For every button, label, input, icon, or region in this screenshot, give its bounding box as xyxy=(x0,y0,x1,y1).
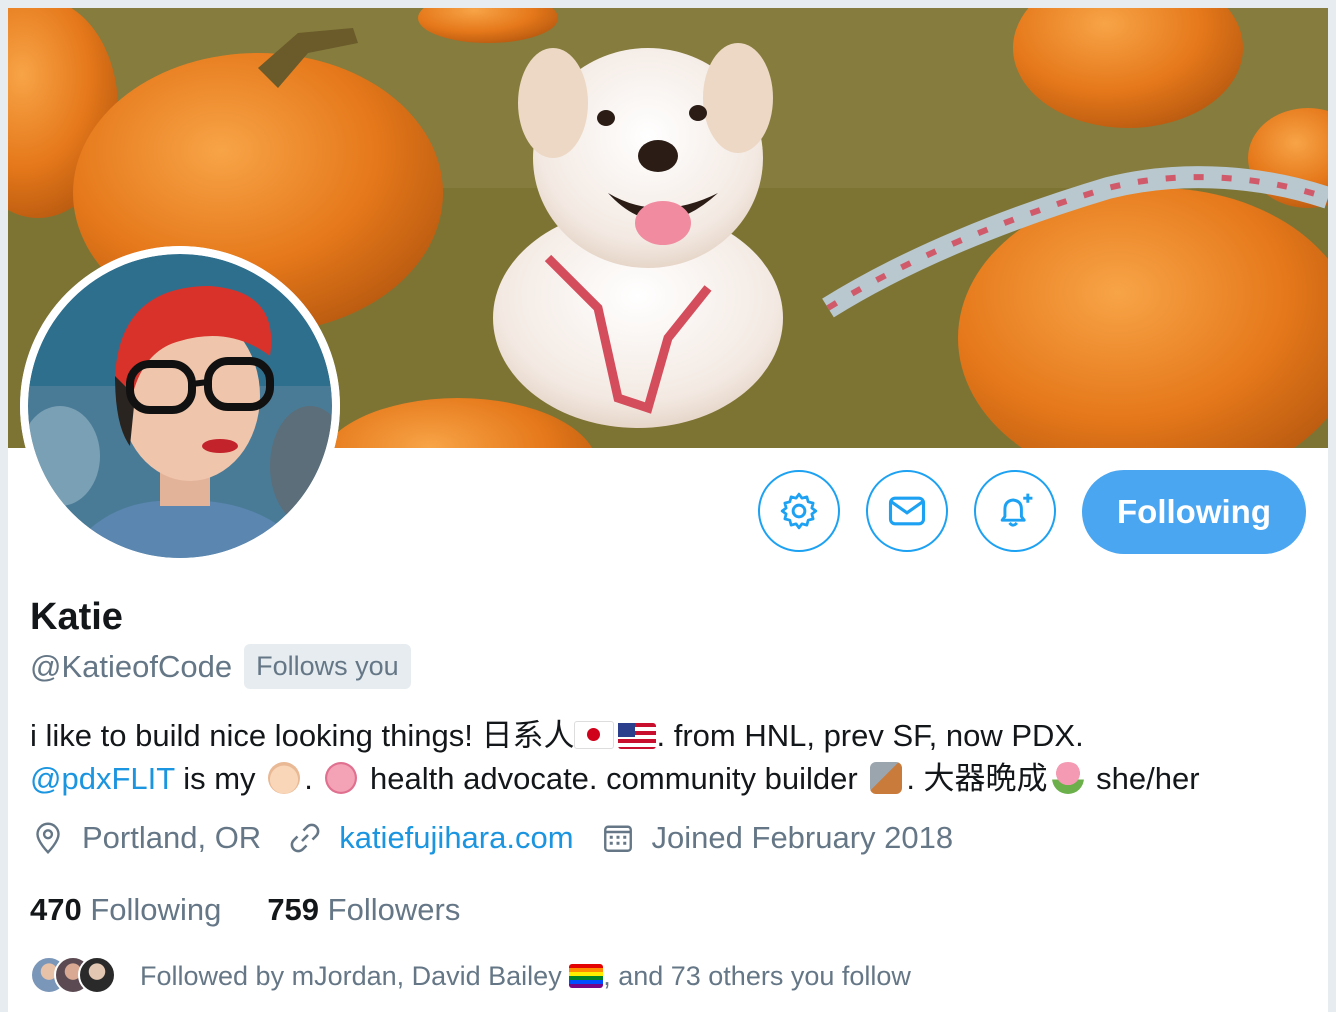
tulip-emoji-icon xyxy=(1051,762,1084,794)
following-label: Following xyxy=(90,892,222,927)
profile-meta: Portland, OR katiefujihara.com Joined Fe… xyxy=(30,820,979,856)
bio-text: i like to build nice looking things! 日系人 xyxy=(30,718,575,753)
joined-text: Joined February 2018 xyxy=(651,820,954,855)
profile-bio: i like to build nice looking things! 日系人… xyxy=(30,714,1320,800)
notifications-button[interactable] xyxy=(974,470,1056,552)
profile-stats: 470 Following 759 Followers xyxy=(30,892,506,928)
followed-by-prefix: Followed by mJordan, David Bailey xyxy=(140,960,570,991)
profile-settings-button[interactable] xyxy=(758,470,840,552)
followed-by-avatars xyxy=(30,956,120,996)
bio-text: health advocate. community builder xyxy=(361,761,867,796)
website-link[interactable]: katiefujihara.com xyxy=(339,820,573,856)
calendar-icon xyxy=(603,825,632,852)
bio-text: . from HNL, prev SF, now PDX. xyxy=(656,718,1084,753)
profile-name: Katie xyxy=(30,596,123,638)
handle-row: @KatieofCode Follows you xyxy=(30,644,411,689)
avatar xyxy=(78,956,116,994)
website-item: katiefujihara.com xyxy=(287,820,574,856)
bio-text: . 大器晩成 xyxy=(906,761,1048,796)
profile-handle[interactable]: @KatieofCode xyxy=(30,649,232,685)
hammer-wrench-emoji-icon xyxy=(870,762,903,794)
followers-count: 759 xyxy=(267,892,320,927)
message-button[interactable] xyxy=(866,470,948,552)
profile-card: Following Katie @KatieofCode Follows you… xyxy=(8,8,1328,1012)
us-flag-icon xyxy=(618,723,657,749)
followed-by-text: Followed by mJordan, David Bailey , and … xyxy=(140,961,911,992)
location-text: Portland, OR xyxy=(82,820,262,855)
following-count: 470 xyxy=(30,892,82,927)
rainbow-flag-icon xyxy=(569,963,604,988)
follows-you-badge: Follows you xyxy=(244,644,411,689)
followed-by-suffix: , and 73 others you follow xyxy=(603,960,911,991)
brain-emoji-icon xyxy=(325,762,358,794)
joined-item: Joined February 2018 xyxy=(600,820,954,856)
bio-text: is my xyxy=(174,761,265,796)
bio-text: . xyxy=(304,761,322,796)
bio-text: she/her xyxy=(1087,761,1200,796)
location-pin-icon xyxy=(36,822,60,854)
link-icon xyxy=(290,823,320,853)
following-stat[interactable]: 470 Following xyxy=(30,892,221,928)
profile-avatar[interactable] xyxy=(20,246,340,566)
location-item: Portland, OR xyxy=(30,820,261,856)
followers-stat[interactable]: 759 Followers xyxy=(267,892,460,928)
followers-label: Followers xyxy=(327,892,461,927)
bell-plus-icon xyxy=(1000,493,1033,527)
envelope-icon xyxy=(888,496,926,526)
bio-mention-link[interactable]: @pdxFLIT xyxy=(30,761,175,796)
baby-emoji-icon xyxy=(268,762,301,794)
followed-by-row[interactable]: Followed by mJordan, David Bailey , and … xyxy=(30,956,911,996)
japan-flag-icon xyxy=(574,721,615,749)
following-button[interactable]: Following xyxy=(1082,470,1306,554)
gear-icon xyxy=(780,492,818,530)
